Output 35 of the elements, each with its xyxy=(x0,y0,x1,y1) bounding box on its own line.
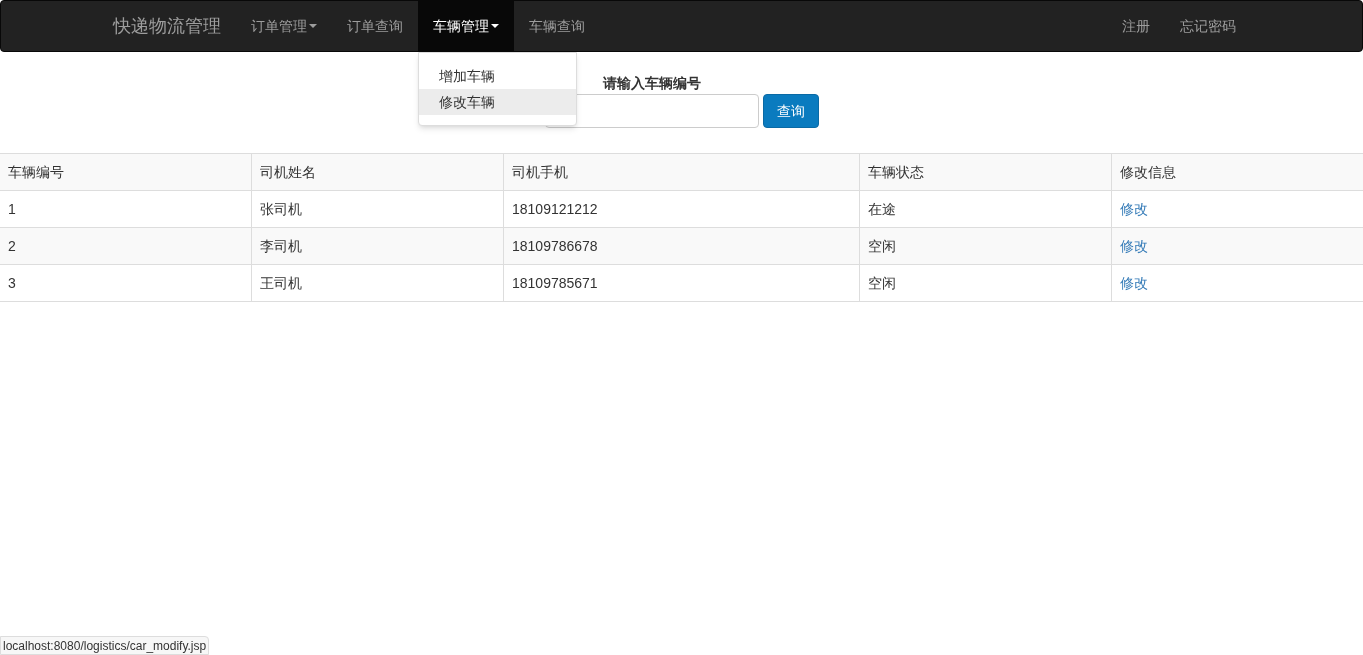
table-cell-text: 1 xyxy=(8,199,16,219)
table-cell-text: 3 xyxy=(8,273,16,293)
caret-icon xyxy=(491,24,499,28)
caret-icon xyxy=(309,24,317,28)
dropdown-item[interactable]: 修改车辆 xyxy=(419,89,576,115)
table-cell-text: 18109121212 xyxy=(512,199,598,219)
table-cell-text: 在途 xyxy=(868,199,896,219)
edit-link[interactable]: 修改 xyxy=(1120,235,1148,257)
table-cell-text: 空闲 xyxy=(868,273,896,293)
search-field[interactable] xyxy=(544,94,759,128)
dropdown-item[interactable]: 增加车辆 xyxy=(419,63,576,89)
search-label: 请输入车辆编号 xyxy=(602,74,701,92)
nav-item[interactable]: 订单查询 xyxy=(332,1,418,51)
status-bar: localhost:8080/logistics/car_modify.jsp xyxy=(0,636,210,655)
edit-link[interactable]: 修改 xyxy=(1120,198,1148,220)
table-cell-text: 2 xyxy=(8,236,16,256)
search-button[interactable]: 查询 xyxy=(762,94,819,128)
column-header: 车辆状态 xyxy=(868,162,924,182)
nav-item[interactable]: 订单管理 xyxy=(236,1,332,51)
table-cell-text: 18109786678 xyxy=(512,236,598,256)
nav-link[interactable]: 忘记密码 xyxy=(1165,1,1251,51)
column-header: 修改信息 xyxy=(1120,162,1176,182)
table-cell-text: 王司机 xyxy=(260,273,302,293)
table-cell-text: 空闲 xyxy=(868,236,896,256)
nav-item[interactable]: 车辆管理 xyxy=(418,1,514,51)
table-cell-text: 李司机 xyxy=(260,236,302,256)
nav-link[interactable]: 注册 xyxy=(1107,1,1165,51)
brand-title[interactable]: 快递物流管理 xyxy=(98,1,236,51)
column-header: 司机手机 xyxy=(512,162,568,182)
nav-item[interactable]: 车辆查询 xyxy=(514,1,600,51)
column-header: 司机姓名 xyxy=(260,162,316,182)
edit-link[interactable]: 修改 xyxy=(1120,272,1148,294)
column-header: 车辆编号 xyxy=(8,162,64,182)
table-cell-text: 18109785671 xyxy=(512,273,598,293)
table-cell-text: 张司机 xyxy=(260,199,302,219)
